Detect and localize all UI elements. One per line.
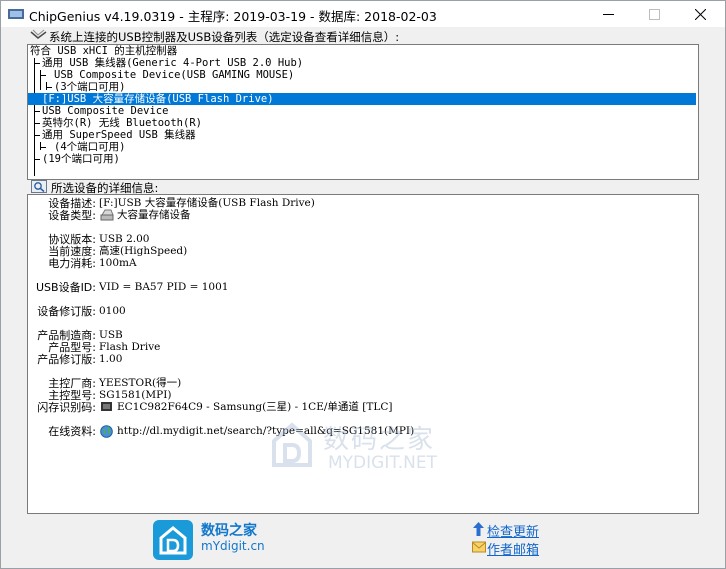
detail-label: 电力消耗: bbox=[48, 257, 96, 270]
minimize-button[interactable] bbox=[586, 1, 631, 27]
details-icon bbox=[31, 180, 47, 193]
device-list-label: 系统上连接的USB控制器及USB设备列表（选定设备查看详细信息）: bbox=[49, 30, 400, 44]
storage-device-icon bbox=[100, 209, 114, 221]
tree-item-flash-drive-selected[interactable]: [F:]USB 大容量存储设备(USB Flash Drive) bbox=[28, 93, 696, 105]
watermark-text-en: MYDIGIT.NET bbox=[328, 453, 437, 473]
mydigit-logo-icon[interactable] bbox=[153, 520, 193, 560]
update-arrow-icon bbox=[473, 522, 484, 536]
client-area: 系统上连接的USB控制器及USB设备列表（选定设备查看详细信息）: 符合 USB… bbox=[1, 28, 725, 568]
maximize-icon bbox=[649, 9, 660, 20]
footer-site-name-en[interactable]: mYdigit.cn bbox=[201, 539, 265, 553]
tree-item-ports-available[interactable]: (4个端口可用) bbox=[54, 141, 125, 153]
mydigit-watermark-logo-icon bbox=[272, 422, 312, 467]
minimize-icon bbox=[603, 14, 614, 15]
tree-item-usb-composite[interactable]: USB Composite Device bbox=[42, 105, 168, 117]
mail-icon bbox=[472, 541, 486, 553]
tree-item-xhci-controller[interactable]: 符合 USB xHCI 的主机控制器 bbox=[30, 45, 177, 57]
detail-value: 大容量存储设备 bbox=[117, 209, 191, 221]
flash-chip-icon bbox=[101, 402, 112, 411]
close-icon bbox=[695, 9, 706, 20]
detail-value: 100mA bbox=[99, 257, 137, 269]
watermark-text-cn: 数码之家 bbox=[323, 425, 436, 455]
close-button[interactable] bbox=[678, 1, 723, 27]
detail-label: USB设备ID: bbox=[35, 281, 96, 294]
details-panel[interactable]: 设备描述: [F:]USB 大容量存储设备(USB Flash Drive) 设… bbox=[27, 194, 699, 514]
device-tree[interactable]: 符合 USB xHCI 的主机控制器 通用 USB 集线器(Generic 4-… bbox=[27, 44, 699, 180]
title-bar: ChipGenius v4.19.0319 - 主程序: 2019-03-19 … bbox=[1, 1, 725, 27]
detail-label: 闪存识别码: bbox=[37, 401, 96, 414]
author-mail-link[interactable]: 作者邮箱 bbox=[487, 539, 539, 558]
tree-item-generic-hub[interactable]: 通用 USB 集线器(Generic 4-Port USB 2.0 Hub) bbox=[42, 57, 303, 69]
detail-value: 0100 bbox=[99, 305, 126, 317]
detail-label: 设备修订版: bbox=[37, 305, 96, 318]
check-update-link[interactable]: 检查更新 bbox=[487, 521, 539, 540]
tree-item-gaming-mouse[interactable]: USB Composite Device(USB GAMING MOUSE) bbox=[54, 69, 294, 81]
detail-value: VID = BA57 PID = 1001 bbox=[99, 281, 229, 293]
tree-item-ports-available[interactable]: (3个端口可用) bbox=[54, 81, 125, 93]
tree-item-ports-available[interactable]: (19个端口可用) bbox=[42, 153, 120, 165]
detail-value: 1.00 bbox=[99, 353, 123, 365]
tree-item-bluetooth[interactable]: 英特尔(R) 无线 Bluetooth(R) bbox=[42, 117, 202, 129]
detail-label: 设备类型: bbox=[48, 209, 96, 222]
detail-value: EC1C982F64C9 - Samsung(三星) - 1CE/单通道 [TL… bbox=[117, 401, 393, 413]
mydigit-watermark: 数码之家 MYDIGIT.NET bbox=[268, 419, 458, 489]
usb-devices-icon bbox=[30, 29, 47, 39]
tree-item-label: [F:]USB 大容量存储设备(USB Flash Drive) bbox=[42, 93, 274, 105]
app-icon bbox=[8, 9, 24, 19]
detail-label: 产品修订版: bbox=[37, 353, 96, 366]
globe-icon bbox=[100, 425, 113, 438]
detail-label: 在线资料: bbox=[48, 425, 96, 438]
window-title: ChipGenius v4.19.0319 - 主程序: 2019-03-19 … bbox=[29, 9, 437, 24]
maximize-button[interactable] bbox=[632, 1, 677, 27]
footer-site-name-cn[interactable]: 数码之家 bbox=[201, 520, 257, 540]
chipgenius-window: ChipGenius v4.19.0319 - 主程序: 2019-03-19 … bbox=[0, 0, 726, 569]
tree-item-superspeed-hub[interactable]: 通用 SuperSpeed USB 集线器 bbox=[42, 129, 196, 141]
